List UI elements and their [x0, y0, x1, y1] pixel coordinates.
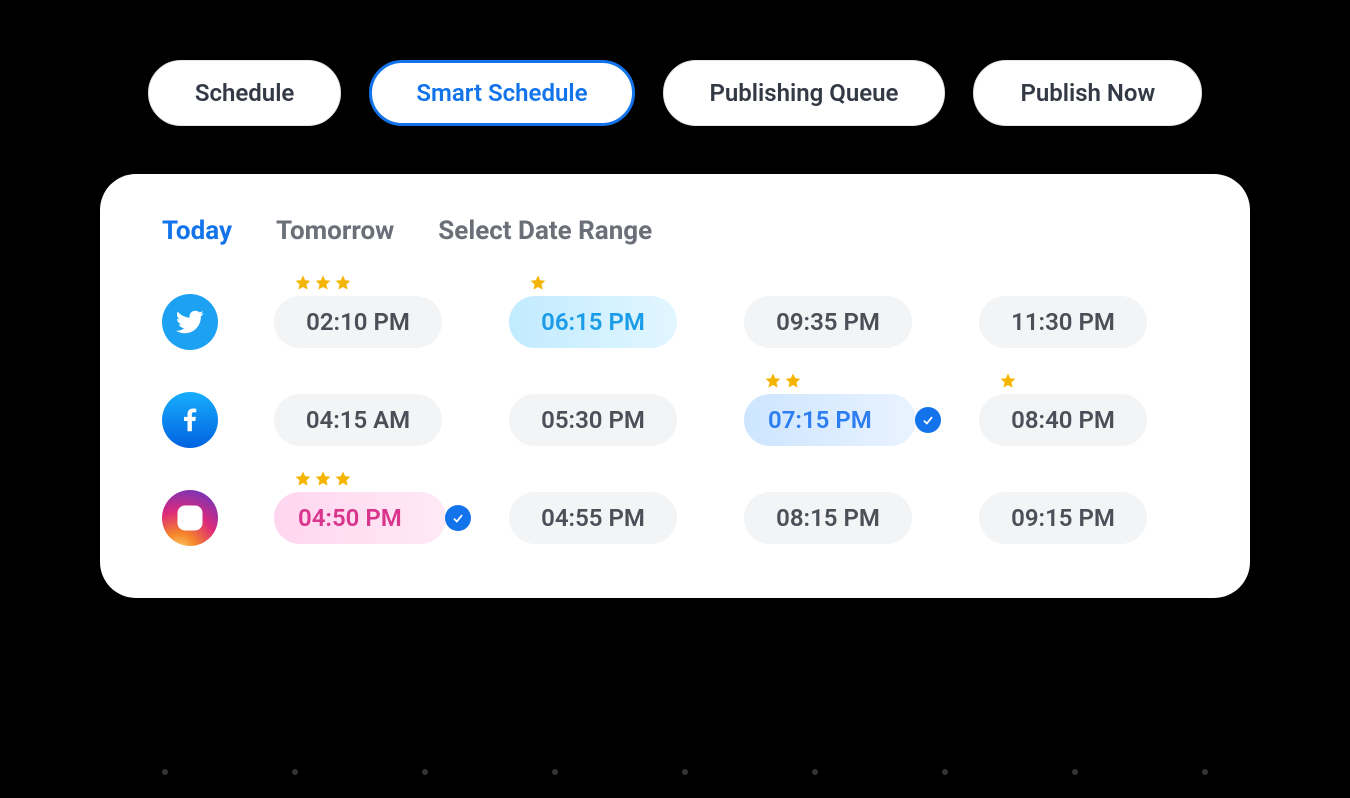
slot-instagram-2[interactable]: 08:15 PM	[744, 492, 949, 544]
time-chip[interactable]: 02:10 PM	[274, 296, 442, 348]
time-chip[interactable]: 11:30 PM	[979, 296, 1147, 348]
date-tab-range[interactable]: Select Date Range	[438, 216, 652, 246]
time-chip[interactable]: 05:30 PM	[509, 394, 677, 446]
stars-icon	[294, 274, 352, 292]
time-chip[interactable]: 09:35 PM	[744, 296, 912, 348]
check-icon	[915, 407, 941, 433]
row-instagram: 04:50 PM 04:55 PM 08:15 PM 09:15 PM	[162, 490, 1188, 546]
time-chip[interactable]: 04:50 PM	[274, 492, 446, 544]
schedule-card: Today Tomorrow Select Date Range 02:10 P…	[100, 174, 1250, 598]
slot-facebook-1[interactable]: 05:30 PM	[509, 394, 714, 446]
stars-icon	[294, 470, 352, 488]
time-chip[interactable]: 06:15 PM	[509, 296, 677, 348]
slot-twitter-0[interactable]: 02:10 PM	[274, 296, 479, 348]
slot-instagram-3[interactable]: 09:15 PM	[979, 492, 1184, 544]
row-facebook: 04:15 AM 05:30 PM 07:15 PM 08:40 PM	[162, 392, 1188, 448]
time-chip[interactable]: 07:15 PM	[744, 394, 916, 446]
slot-facebook-0[interactable]: 04:15 AM	[274, 394, 479, 446]
time-chip[interactable]: 04:55 PM	[509, 492, 677, 544]
slot-facebook-2[interactable]: 07:15 PM	[744, 394, 949, 446]
top-tabs: Schedule Smart Schedule Publishing Queue…	[100, 60, 1250, 126]
slot-facebook-3[interactable]: 08:40 PM	[979, 394, 1184, 446]
instagram-icon	[162, 490, 218, 546]
slot-twitter-3[interactable]: 11:30 PM	[979, 296, 1184, 348]
slot-instagram-1[interactable]: 04:55 PM	[509, 492, 714, 544]
twitter-icon	[162, 294, 218, 350]
time-chip[interactable]: 08:40 PM	[979, 394, 1147, 446]
date-tab-today[interactable]: Today	[162, 216, 232, 246]
slot-twitter-2[interactable]: 09:35 PM	[744, 296, 949, 348]
slot-twitter-1[interactable]: 06:15 PM	[509, 296, 714, 348]
stars-icon	[764, 372, 802, 390]
time-chip[interactable]: 04:15 AM	[274, 394, 442, 446]
row-twitter: 02:10 PM 06:15 PM 09:35 PM 11:30 PM	[162, 294, 1188, 350]
time-chip[interactable]: 08:15 PM	[744, 492, 912, 544]
stars-icon	[999, 372, 1017, 390]
slot-instagram-0[interactable]: 04:50 PM	[274, 492, 479, 544]
tab-publish-now[interactable]: Publish Now	[973, 60, 1202, 126]
date-tab-tomorrow[interactable]: Tomorrow	[276, 216, 394, 246]
date-tabs: Today Tomorrow Select Date Range	[162, 216, 1188, 246]
tab-publishing-queue[interactable]: Publishing Queue	[663, 60, 946, 126]
time-chip[interactable]: 09:15 PM	[979, 492, 1147, 544]
tab-schedule[interactable]: Schedule	[148, 60, 342, 126]
stars-icon	[529, 274, 547, 292]
tab-smart-schedule[interactable]: Smart Schedule	[369, 60, 634, 126]
facebook-icon	[162, 392, 218, 448]
check-icon	[445, 505, 471, 531]
